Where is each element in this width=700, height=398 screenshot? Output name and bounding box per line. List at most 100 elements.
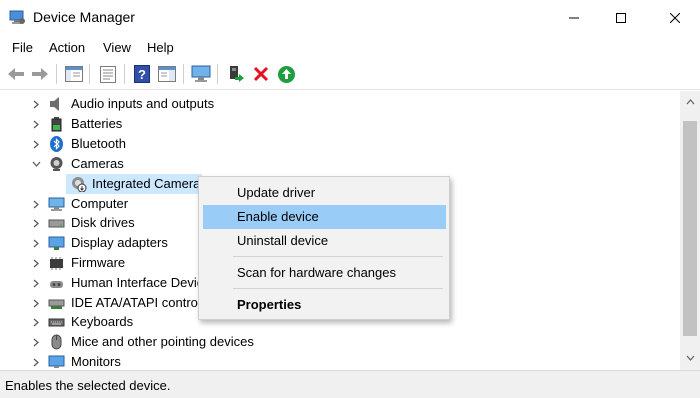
context-properties[interactable]: Properties <box>203 293 446 317</box>
menu-help[interactable]: Help <box>147 40 174 55</box>
context-item-label: Enable device <box>237 209 319 224</box>
minimize-button[interactable] <box>551 0 597 36</box>
tree-item-audio[interactable]: Audio inputs and outputs <box>0 94 680 114</box>
context-item-label: Properties <box>237 297 302 312</box>
chevron-right-icon[interactable] <box>31 198 41 210</box>
context-uninstall-device[interactable]: Uninstall device <box>203 229 446 253</box>
properties-icon <box>100 65 116 83</box>
chevron-right-icon[interactable] <box>31 277 41 289</box>
properties-button[interactable] <box>97 63 119 85</box>
tree-item-label: Audio inputs and outputs <box>71 96 215 111</box>
show-hide-console-tree-button[interactable] <box>63 63 85 85</box>
disabled-camera-icon <box>70 176 87 193</box>
tree-item-mice[interactable]: Mice and other pointing devices <box>0 332 680 352</box>
chevron-down-icon[interactable] <box>31 158 41 170</box>
menu-file[interactable]: File <box>12 40 33 55</box>
tree-item-label: Mice and other pointing devices <box>71 334 254 349</box>
close-button[interactable] <box>652 0 698 36</box>
bluetooth-icon <box>48 136 65 152</box>
tree-item-label: Integrated Camera <box>92 176 201 191</box>
scan-hardware-button[interactable] <box>190 63 212 85</box>
tree-item-label: Computer <box>71 196 129 211</box>
action-pane-icon <box>158 66 176 82</box>
firmware-icon <box>48 255 65 271</box>
minimize-icon <box>569 17 579 19</box>
toolbar-separator <box>56 64 57 84</box>
uninstall-icon <box>253 66 269 82</box>
help-button[interactable]: ? <box>131 63 153 85</box>
forward-button[interactable] <box>29 63 51 85</box>
status-text: Enables the selected device. <box>5 378 171 393</box>
hid-icon <box>48 275 65 291</box>
disk-drive-icon <box>48 215 65 231</box>
ide-controller-icon <box>48 295 65 311</box>
tree-item-bluetooth[interactable]: Bluetooth <box>0 134 680 154</box>
context-enable-device[interactable]: Enable device <box>203 205 446 229</box>
update-driver-icon <box>230 66 244 82</box>
scan-hardware-icon <box>191 65 211 82</box>
context-separator <box>233 256 443 257</box>
tree-item-label: Cameras <box>71 156 124 171</box>
enable-device-icon <box>277 65 295 83</box>
toolbar-separator <box>183 64 184 84</box>
context-menu: Update driver Enable device Uninstall de… <box>198 176 450 320</box>
context-item-label: Scan for hardware changes <box>237 265 396 280</box>
tree-item-label: Display adapters <box>71 235 168 250</box>
context-scan-hardware[interactable]: Scan for hardware changes <box>203 261 446 285</box>
tree-item-cameras[interactable]: Cameras <box>0 154 680 174</box>
chevron-right-icon[interactable] <box>31 297 41 309</box>
mouse-icon <box>48 334 65 350</box>
menu-view[interactable]: View <box>103 40 131 55</box>
chevron-right-icon[interactable] <box>31 217 41 229</box>
vertical-scrollbar[interactable] <box>680 91 700 370</box>
toolbar-separator <box>89 64 90 84</box>
tree-item-label: Batteries <box>71 116 123 131</box>
enable-device-button[interactable] <box>275 63 297 85</box>
action-pane-button[interactable] <box>156 63 178 85</box>
chevron-right-icon[interactable] <box>31 316 41 328</box>
context-item-label: Uninstall device <box>237 233 329 248</box>
battery-icon <box>48 116 65 132</box>
chevron-right-icon[interactable] <box>31 98 41 110</box>
maximize-icon <box>616 13 626 23</box>
toolbar-separator <box>124 64 125 84</box>
tree-item-label: Human Interface Devic <box>71 275 204 290</box>
scroll-up-icon[interactable] <box>685 97 695 107</box>
menu-bar: File Action View Help <box>0 36 700 58</box>
title-bar: Device Manager <box>0 0 700 36</box>
keyboard-icon <box>48 314 65 330</box>
forward-arrow-icon <box>32 68 48 80</box>
back-arrow-icon <box>8 68 24 80</box>
chevron-right-icon[interactable] <box>31 356 41 368</box>
menu-action[interactable]: Action <box>49 40 85 55</box>
chevron-right-icon[interactable] <box>31 118 41 130</box>
uninstall-button[interactable] <box>250 63 272 85</box>
context-item-label: Update driver <box>237 185 316 200</box>
tree-item-label: Firmware <box>71 255 126 270</box>
toolbar: ? <box>0 58 700 90</box>
chevron-right-icon[interactable] <box>31 257 41 269</box>
tree-item-label: Bluetooth <box>71 136 126 151</box>
show-hide-console-tree-icon <box>65 66 83 82</box>
scroll-thumb[interactable] <box>683 121 697 336</box>
tree-item-label: IDE ATA/ATAPI controlle <box>71 295 211 310</box>
help-icon: ? <box>134 65 150 83</box>
tree-item-label: Monitors <box>71 354 121 369</box>
chevron-right-icon[interactable] <box>31 336 41 348</box>
chevron-right-icon[interactable] <box>31 138 41 150</box>
camera-icon <box>48 156 65 172</box>
scroll-down-icon[interactable] <box>685 353 695 363</box>
status-bar: Enables the selected device. <box>0 370 700 398</box>
chevron-right-icon[interactable] <box>31 237 41 249</box>
svg-text:?: ? <box>138 67 146 82</box>
context-update-driver[interactable]: Update driver <box>203 181 446 205</box>
toolbar-separator <box>217 64 218 84</box>
tree-item-monitors[interactable]: Monitors <box>0 352 680 370</box>
update-driver-button[interactable] <box>225 63 247 85</box>
maximize-button[interactable] <box>598 0 644 36</box>
back-button[interactable] <box>5 63 27 85</box>
tree-item-batteries[interactable]: Batteries <box>0 114 680 134</box>
window-title: Device Manager <box>33 9 135 25</box>
monitor-icon <box>48 354 65 370</box>
close-icon <box>670 13 680 23</box>
